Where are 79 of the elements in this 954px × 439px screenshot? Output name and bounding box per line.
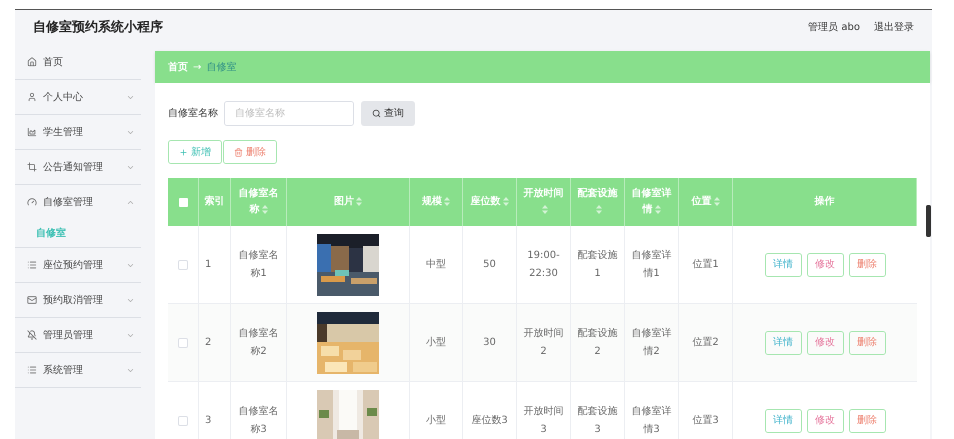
sidebar-item[interactable]: 自修室管理 — [15, 185, 141, 219]
sort-icon[interactable] — [714, 196, 720, 206]
sidebar-item[interactable]: 预约取消管理 — [15, 283, 141, 317]
table-cell-text: 开放时间2 — [522, 326, 564, 358]
gauge-icon — [27, 197, 37, 207]
breadcrumb-separator: → — [193, 60, 202, 74]
row-action-button[interactable]: 详情 — [764, 408, 802, 432]
table-cell-text: 座位数3 — [471, 414, 508, 428]
row-action-button[interactable]: 详情 — [764, 252, 802, 276]
row-action-button[interactable]: 删除 — [848, 330, 886, 354]
table-cell-text: 19:00-22:30 — [526, 248, 561, 280]
table-cell-text: 位置3 — [692, 414, 719, 428]
table-cell-text: 位置1 — [692, 258, 719, 272]
row-action-button[interactable]: 删除 — [848, 408, 886, 432]
table-cell-text: 1 — [205, 258, 212, 272]
table-cell-text: 自修室详情1 — [630, 248, 672, 280]
row-action-button[interactable]: 详情 — [764, 330, 802, 354]
sort-icon[interactable] — [596, 204, 602, 214]
delete-button[interactable]: 删除 — [223, 140, 277, 164]
table-cell-text: 自修室详情2 — [630, 326, 672, 358]
sidebar-item[interactable]: 座位预约管理 — [15, 248, 141, 282]
table-cell-text: 配套设施2 — [576, 326, 618, 358]
row-checkbox[interactable] — [178, 338, 188, 348]
breadcrumb-current: 自修室 — [206, 60, 236, 74]
select-all-checkbox[interactable] — [178, 198, 188, 206]
sidebar-item[interactable]: 公告通知管理 — [15, 150, 141, 184]
table-cell-text: 小型 — [426, 336, 446, 350]
table-cell-text: 自修室详情3 — [630, 404, 672, 436]
sidebar-item[interactable]: 系统管理 — [15, 353, 141, 387]
table-cell-text: 配套设施3 — [576, 404, 618, 436]
row-checkbox[interactable] — [178, 260, 188, 270]
sort-icon[interactable] — [356, 196, 362, 206]
sort-icon[interactable] — [262, 204, 268, 214]
table-cell-text: 50 — [483, 258, 496, 272]
list-icon — [27, 365, 37, 375]
crop-icon — [27, 162, 37, 172]
search-icon — [372, 109, 381, 118]
table-cell-text: 自修室名称2 — [238, 326, 280, 358]
logout-link[interactable]: 退出登录 — [874, 20, 914, 35]
table-cell-text: 开放时间3 — [522, 404, 564, 436]
list-icon — [27, 260, 37, 270]
table-cell-text: 自修室名称3 — [238, 404, 280, 436]
bell-off-icon — [27, 330, 37, 340]
search-label: 自修室名称 — [168, 106, 218, 121]
table-cell-text: 30 — [483, 336, 496, 350]
table-cell-text: 小型 — [426, 414, 446, 428]
row-checkbox[interactable] — [178, 416, 188, 426]
chart-icon — [27, 127, 37, 137]
sidebar-item[interactable]: 个人中心 — [15, 80, 141, 114]
sort-icon[interactable] — [502, 196, 508, 206]
app-title: 自修室预约系统小程序 — [33, 18, 163, 37]
table-cell-text: 配套设施1 — [576, 248, 618, 280]
sidebar-item[interactable]: 管理员管理 — [15, 318, 141, 352]
table-cell-text: 2 — [205, 336, 212, 350]
row-action-button[interactable]: 修改 — [806, 408, 844, 432]
sort-icon[interactable] — [542, 204, 548, 214]
plus-icon — [179, 148, 188, 156]
search-field[interactable]: 自修室名称 — [224, 101, 354, 126]
breadcrumb-home[interactable]: 首页 — [168, 60, 188, 74]
user-icon — [27, 92, 37, 102]
search-button[interactable]: 查询 — [361, 101, 415, 126]
row-action-button[interactable]: 修改 — [806, 330, 844, 354]
trash-icon — [234, 148, 243, 156]
scrollbar-thumb[interactable] — [926, 205, 931, 237]
sidebar-subitem[interactable]: 自修室 — [15, 219, 141, 247]
home-icon — [27, 57, 37, 67]
admin-user: 管理员 abo — [808, 21, 860, 35]
table-cell-text: 位置2 — [692, 336, 719, 350]
add-button[interactable]: 新增 — [168, 140, 222, 164]
mail-icon — [27, 295, 37, 305]
sort-icon[interactable] — [444, 196, 450, 206]
table-cell-text: 中型 — [426, 258, 446, 272]
table-cell-text: 自修室名称1 — [238, 248, 280, 280]
sort-icon[interactable] — [654, 204, 660, 214]
sidebar-item[interactable]: 学生管理 — [15, 115, 141, 149]
row-action-button[interactable]: 删除 — [848, 252, 886, 276]
table-cell-text: 3 — [205, 414, 212, 428]
sidebar-item[interactable]: 首页 — [15, 45, 141, 79]
row-action-button[interactable]: 修改 — [806, 252, 844, 276]
